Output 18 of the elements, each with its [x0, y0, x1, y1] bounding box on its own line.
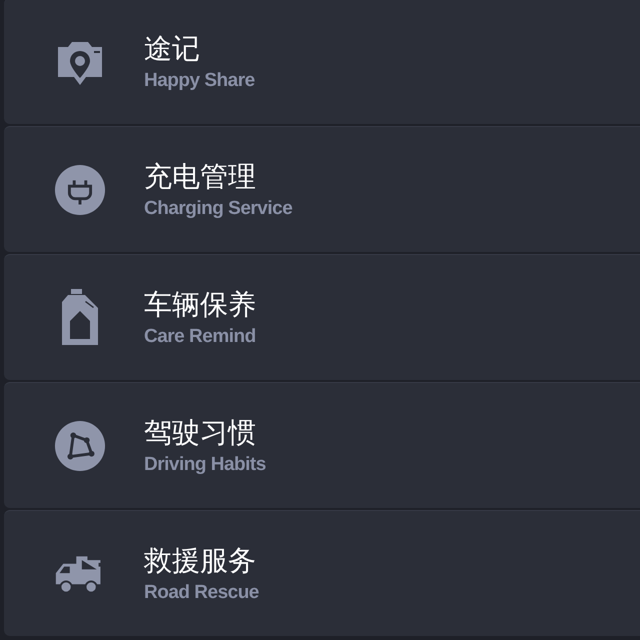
plug-icon	[54, 162, 106, 216]
menu-title: 驾驶习惯	[144, 416, 257, 450]
menu-subtitle: Care Remind	[144, 326, 256, 348]
menu-item[interactable]: 驾驶习惯 Driving Habits	[4, 382, 640, 508]
menu-subtitle: Driving Habits	[144, 454, 266, 476]
menu-subtitle: Road Rescue	[144, 582, 259, 604]
menu-title: 救援服务	[144, 544, 257, 578]
menu-item[interactable]: 途记 Happy Share	[4, 0, 640, 124]
menu-subtitle: Happy Share	[144, 70, 255, 92]
menu-title: 车辆保养	[144, 288, 256, 322]
graph-icon	[54, 418, 106, 472]
menu-title: 途记	[144, 32, 201, 66]
menu-item[interactable]: 救援服务 Road Rescue	[4, 510, 640, 636]
menu-subtitle: Charging Service	[144, 198, 292, 220]
menu-item[interactable]: 充电管理 Charging Service	[4, 126, 640, 252]
menu-title: 充电管理	[144, 160, 257, 194]
bottle-icon	[60, 288, 100, 346]
menu-item[interactable]: 车辆保养 Care Remind	[4, 254, 640, 380]
